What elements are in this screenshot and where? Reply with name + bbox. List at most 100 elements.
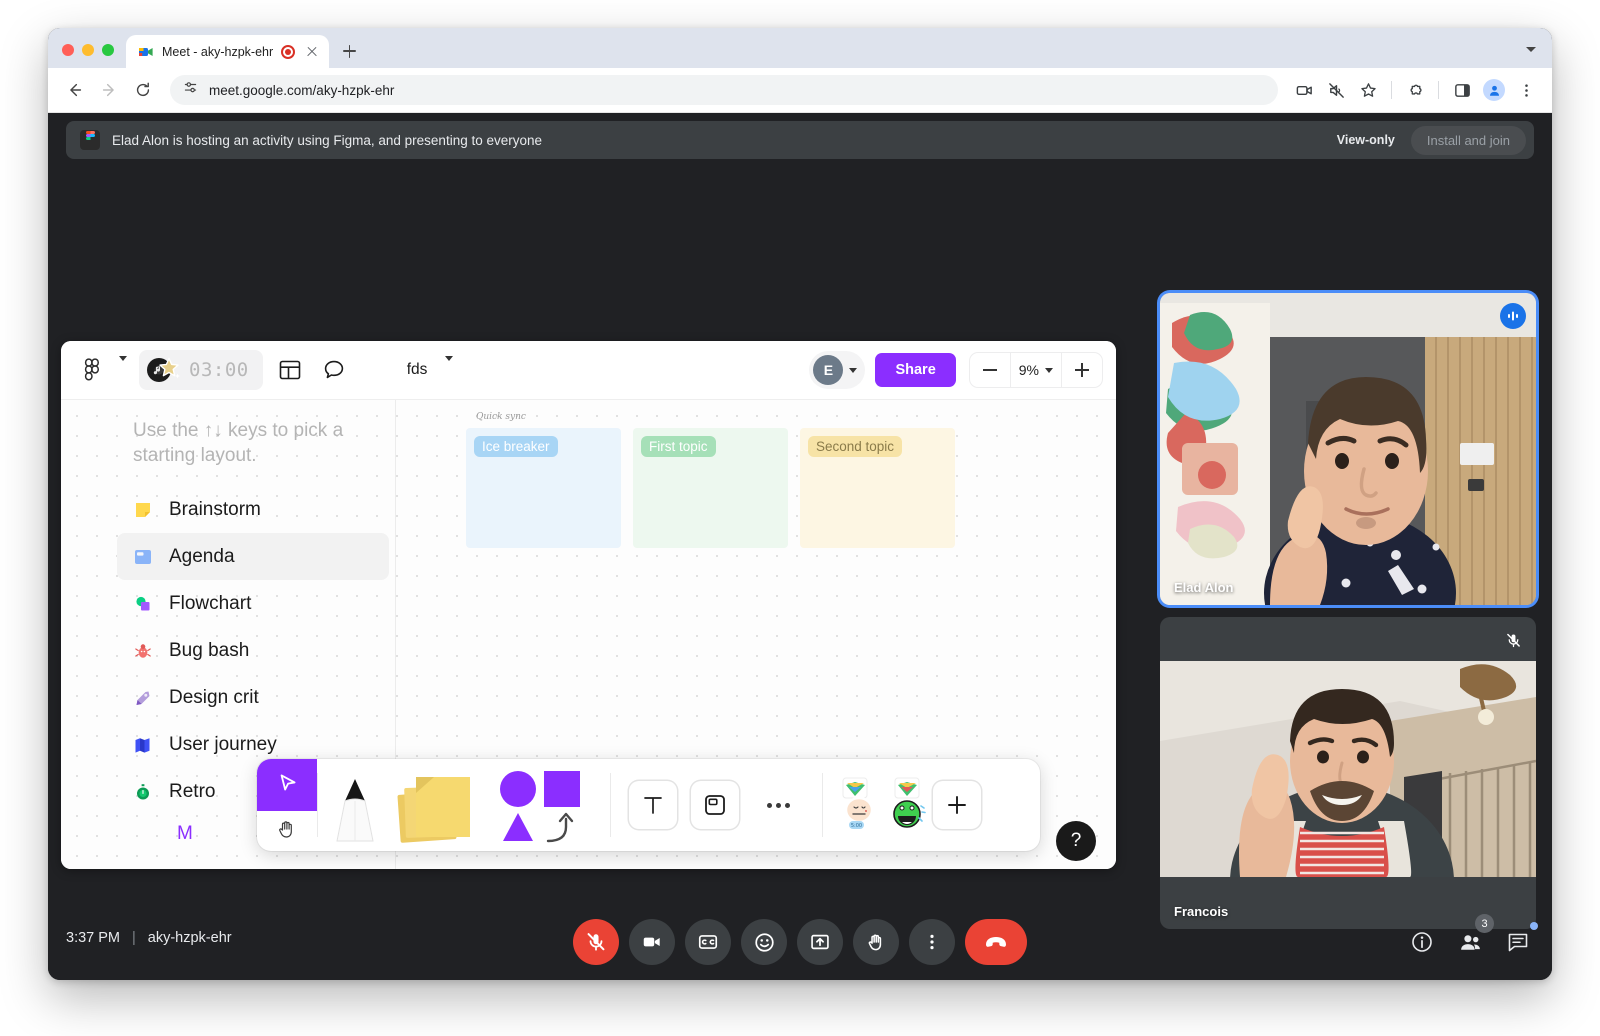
reactions-button[interactable] [741,919,787,965]
forward-arrow-icon[interactable] [94,75,124,105]
site-settings-tune-icon[interactable] [182,79,199,101]
meeting-details-button[interactable] [1406,926,1438,958]
layout-item-design-crit[interactable]: Design crit [117,674,389,721]
window-traffic-lights [48,44,126,68]
install-and-join-button[interactable]: Install and join [1410,125,1526,155]
share-button[interactable]: Share [875,353,956,387]
raise-hand-button[interactable] [853,919,899,965]
layout-item-brainstorm[interactable]: Brainstorm [117,486,389,533]
mute-site-icon[interactable] [1322,76,1350,104]
speaking-indicator-icon [1500,303,1526,329]
activity-timer-value: 03:00 [189,359,249,381]
meet-control-bar: 3:37 PM | aky-hzpk-ehr 3 [48,906,1552,980]
activity-timer[interactable]: 03:00 [139,350,263,390]
avatar-chevron-down-icon[interactable] [849,367,858,373]
browser-window: Meet - aky-hzpk-ehr meet.google.com/aky-… [48,28,1552,980]
meeting-meta: 3:37 PM | aky-hzpk-ehr [66,930,232,946]
reload-icon[interactable] [128,75,158,105]
sticky-notes-icon[interactable] [390,763,482,847]
more-tools-button[interactable] [753,802,804,808]
microphone-toggle[interactable] [573,919,619,965]
help-button[interactable]: ? [1056,821,1096,861]
browser-tab-title: Meet - aky-hzpk-ehr [162,44,274,59]
address-bar[interactable]: meet.google.com/aky-hzpk-ehr [170,75,1278,105]
select-tool-group [257,759,317,851]
new-tab-button[interactable] [335,37,363,65]
present-button[interactable] [797,919,843,965]
select-tool[interactable] [257,759,317,811]
figma-user-avatar-group[interactable]: E [809,351,866,389]
frame-tool[interactable] [691,781,739,829]
browser-tab-meet[interactable]: Meet - aky-hzpk-ehr [126,35,330,68]
activity-banner-message: Elad Alon is hosting an activity using F… [112,132,543,148]
profile-avatar-icon[interactable] [1480,76,1508,104]
minimize-window-button[interactable] [82,44,94,56]
camera-toggle[interactable] [629,919,675,965]
zoom-chevron-down-icon[interactable] [1045,367,1053,373]
agenda-board-preview[interactable]: Quick sync Ice breaker First topic Secon… [466,412,956,548]
board-column[interactable]: First topic [633,428,788,548]
chat-button[interactable] [1502,922,1538,958]
draw-tools-group [318,759,610,851]
zoom-level[interactable]: 9% [1009,353,1062,387]
meeting-time: 3:37 PM [66,930,120,946]
recording-dot-icon[interactable] [281,44,296,59]
board-column[interactable]: Second topic [800,428,955,548]
board-column[interactable]: Ice breaker [466,428,621,548]
toolbar-divider [1391,81,1392,99]
participant-name: Francois [1174,904,1229,919]
figma-menu-chevron-down-icon[interactable] [119,356,127,379]
board-column-label: First topic [641,436,716,457]
leave-call-button[interactable] [965,919,1027,965]
close-tab-icon[interactable] [303,43,321,61]
layout-item-label: User journey [169,733,277,755]
screen-share-icon[interactable] [1290,76,1318,104]
agenda-board-icon [131,545,155,569]
party-face-sticker-icon[interactable]: 5:00 [837,776,883,834]
participant-tile-elad-alon[interactable]: Elad Alon [1160,293,1536,605]
marker-pen-icon[interactable] [328,763,382,847]
figma-logo-icon[interactable] [75,353,109,387]
view-only-label: View-only [1336,133,1395,147]
back-arrow-icon[interactable] [60,75,90,105]
participants-button[interactable]: 3 [1454,914,1494,958]
layout-item-agenda[interactable]: Agenda [117,533,389,581]
layout-item-label: Agenda [169,545,235,567]
more-options-button[interactable] [909,919,955,965]
mic-off-icon [1500,627,1526,653]
music-timer-icon [145,355,183,385]
call-controls [573,919,1027,965]
layout-item-bug-bash[interactable]: Bug bash [117,627,389,674]
add-sticker-button[interactable] [933,781,981,829]
map-icon [131,733,155,757]
party-monster-sticker-icon[interactable] [885,776,931,834]
meeting-code: aky-hzpk-ehr [147,930,232,946]
comment-bubble-icon[interactable] [317,353,351,387]
captions-toggle[interactable] [685,919,731,965]
layout-panel-icon[interactable] [273,353,307,387]
zoom-out-button[interactable] [970,353,1010,387]
figma-file-chevron-down-icon[interactable] [445,356,454,379]
hand-tool[interactable] [257,811,317,851]
layout-item-label: Bug bash [169,639,250,661]
address-bar-url: meet.google.com/aky-hzpk-ehr [209,82,395,98]
tab-search-icon[interactable] [1526,47,1538,59]
extensions-puzzle-icon[interactable] [1401,76,1429,104]
figma-canvas[interactable]: Use the ↑↓ keys to pick a starting layou… [61,399,1116,869]
bookmark-star-icon[interactable] [1354,76,1382,104]
layout-item-label: Retro [169,780,216,802]
text-tool[interactable] [629,781,677,829]
toolbar-divider-2 [1438,81,1439,99]
participant-tile-francois[interactable]: Francois [1160,617,1536,929]
close-window-button[interactable] [62,44,74,56]
layout-item-flowchart[interactable]: Flowchart [117,580,389,627]
shapes-icon[interactable] [490,763,600,847]
maximize-window-button[interactable] [102,44,114,56]
side-panel-icon[interactable] [1448,76,1476,104]
zoom-in-button[interactable] [1062,353,1102,387]
stopwatch-icon [131,780,155,804]
figma-file-name[interactable]: fds [407,361,428,379]
flowchart-icon [131,592,155,616]
chrome-menu-icon[interactable] [1512,76,1540,104]
hand-icon [275,817,299,846]
